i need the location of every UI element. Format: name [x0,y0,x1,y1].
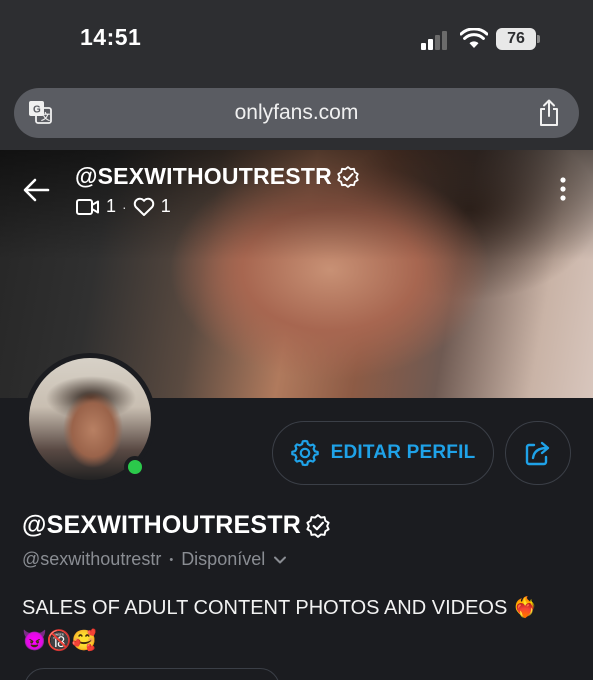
bio-line: SALES OF ADULT CONTENT PHOTOS AND VIDEOS… [22,597,538,619]
cellular-signal-icon [421,30,451,50]
heart-icon [133,197,154,216]
profile-name-text: @SEXWITHOUTRESTR [22,511,301,539]
status-bar: 14:51 76 [0,0,593,80]
browser-toolbar: G 文 onlyfans.com [0,80,593,150]
status-time: 14:51 [80,24,142,50]
profile-handle: @sexwithoutrestr [22,549,162,569]
video-icon [76,198,99,215]
chevron-down-icon [274,556,287,563]
edit-profile-button[interactable]: EDITAR PERFIL [272,421,494,485]
availability-status: Disponível [181,549,266,569]
videos-count: 1 [106,196,117,216]
stats-separator: · [122,198,127,215]
cover-username: @SEXWITHOUTRESTR [75,163,360,190]
availability-dropdown[interactable]: Disponível [181,549,287,570]
profile-name: @SEXWITHOUTRESTR [22,511,331,540]
battery-tip [537,35,540,43]
subline-separator: • [169,553,174,566]
share-profile-button[interactable] [505,421,571,485]
wifi-icon [460,28,488,48]
likes-count: 1 [160,196,171,216]
partial-button[interactable] [24,668,280,680]
cover-stats: 1 · 1 [76,196,171,217]
address-bar[interactable]: G 文 onlyfans.com [14,88,579,138]
profile-subline: @sexwithoutrestr • Disponível [22,549,287,570]
profile-bio: SALES OF ADULT CONTENT PHOTOS AND VIDEOS… [22,592,572,658]
back-arrow-icon[interactable] [22,176,50,204]
share-icon [525,441,550,466]
more-options-icon[interactable] [557,176,569,202]
browser-share-icon[interactable] [537,99,561,127]
bio-emoji-line: 😈🔞🥰 [22,630,97,652]
edit-profile-label: EDITAR PERFIL [330,442,476,463]
battery-level: 76 [496,28,536,50]
online-status-dot [124,456,146,478]
cover-username-text: @SEXWITHOUTRESTR [75,163,332,189]
gear-icon [290,439,319,467]
verified-badge-icon [306,513,330,538]
verified-badge-icon [337,165,359,188]
url-text[interactable]: onlyfans.com [14,101,579,125]
